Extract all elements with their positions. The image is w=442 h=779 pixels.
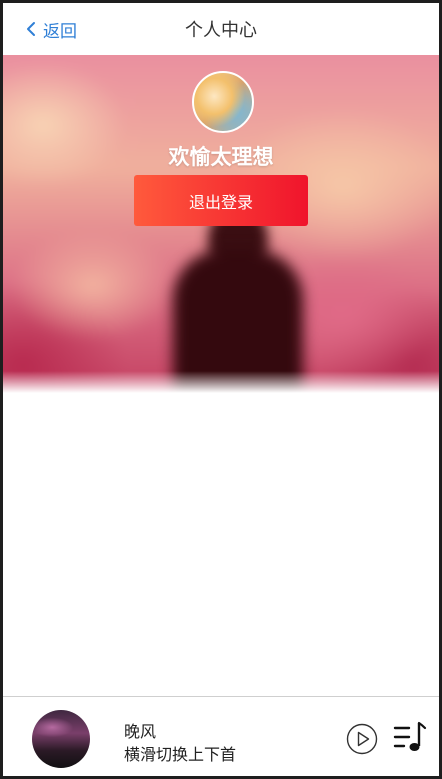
avatar[interactable]: [192, 71, 254, 133]
swipe-hint: 横滑切换上下首: [124, 745, 237, 764]
banner-fade: [3, 371, 439, 393]
player-bar[interactable]: 晚风 横滑切换上下首: [3, 696, 439, 776]
back-label: 返回: [43, 21, 77, 42]
playlist-music-icon: [393, 721, 427, 751]
playlist-button[interactable]: [392, 719, 428, 755]
album-cover[interactable]: [32, 710, 90, 768]
song-title: 晚风: [124, 722, 157, 741]
username: 欢愉太理想: [168, 145, 274, 169]
app-frame: 返回 个人中心 欢愉太理想 退出登录 晚风 横滑切换上下首: [0, 0, 442, 779]
logout-button[interactable]: 退出登录: [134, 175, 308, 226]
header-bar: 返回 个人中心: [3, 3, 439, 55]
profile-banner: 欢愉太理想 退出登录: [3, 55, 439, 393]
play-circle-icon: [346, 723, 378, 755]
back-button[interactable]: 返回: [25, 17, 77, 42]
page-title: 个人中心: [185, 20, 257, 41]
play-button[interactable]: [346, 723, 378, 755]
chevron-left-icon: [27, 22, 35, 36]
